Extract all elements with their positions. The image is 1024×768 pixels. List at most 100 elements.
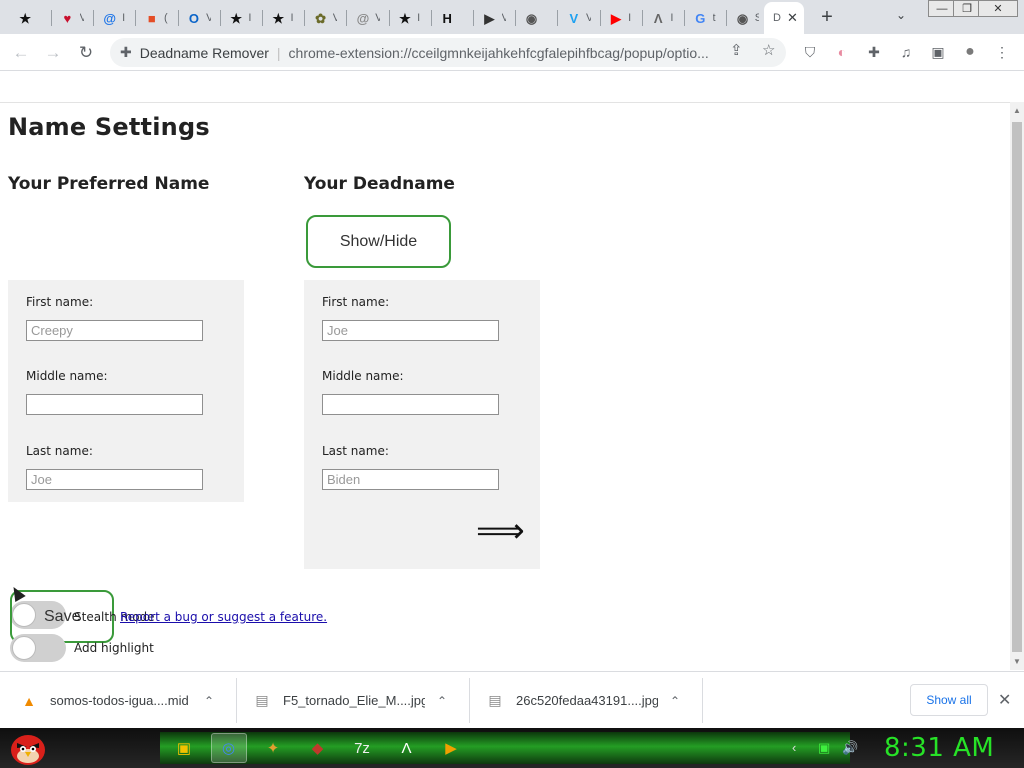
media-control-icon[interactable]: ♫ — [897, 43, 915, 61]
deadname-heading: Your Deadname — [304, 174, 455, 194]
browser-toolbar: ← → ↻ ✚ Deadname Remover | chrome-extens… — [0, 34, 1024, 71]
tab[interactable]: ▶ V — [474, 5, 506, 31]
download-item[interactable]: ▲ somos-todos-igua....mid ⌃ — [20, 678, 214, 723]
tab-title: V — [585, 12, 591, 24]
add-highlight-toggle[interactable] — [10, 634, 66, 662]
tab-favicon-icon: ★ — [230, 10, 242, 26]
image-file-icon: ▤ — [255, 692, 269, 708]
swap-arrow-icon[interactable]: ⟹ — [476, 514, 525, 548]
tab-title: S — [754, 12, 760, 24]
tab[interactable]: VV — [559, 5, 591, 31]
show-hide-button[interactable]: Show/Hide — [306, 215, 451, 268]
tab[interactable]: ★ I — [221, 5, 253, 31]
new-tab-button[interactable]: + — [816, 6, 838, 28]
bookmark-star-icon[interactable]: ☆ — [762, 41, 775, 59]
side-panel-icon[interactable]: ▣ — [929, 43, 947, 61]
tab[interactable]: ♥ V — [52, 5, 85, 31]
divider — [469, 678, 470, 723]
tab[interactable]: @ V — [348, 5, 380, 31]
scrollbar-thumb[interactable] — [1012, 122, 1022, 652]
address-bar[interactable]: ✚ Deadname Remover | chrome-extension://… — [110, 38, 786, 67]
tab[interactable]: OV — [179, 5, 211, 31]
menu-icon[interactable]: ⋮ — [993, 43, 1011, 61]
tab[interactable]: ★ I — [263, 5, 295, 31]
tab[interactable]: ■( — [137, 5, 169, 31]
tab-favicon-icon: V — [569, 10, 579, 26]
ublock-icon[interactable]: ⛉ — [801, 43, 819, 61]
tab-favicon-icon: H — [442, 10, 452, 26]
start-orb-icon[interactable] — [8, 730, 48, 766]
tab[interactable]: H — [432, 5, 464, 31]
close-window-button[interactable]: ✕ — [978, 0, 1018, 17]
tab-title: V — [332, 12, 338, 24]
preferred-middle-input[interactable] — [26, 394, 203, 415]
flag-extension-icon[interactable]: ◐ — [833, 43, 851, 61]
tab[interactable]: ΛI — [643, 5, 675, 31]
tab-close-icon[interactable]: ✕ — [787, 10, 798, 26]
tray-expand-icon[interactable]: ‹ — [792, 740, 796, 755]
restore-button[interactable]: ❐ — [953, 0, 981, 17]
scroll-down-icon[interactable]: ▼ — [1013, 657, 1021, 666]
tab-favicon-icon: ★ — [272, 10, 285, 26]
tab-title: I — [670, 12, 674, 24]
preferred-last-input[interactable]: Joe — [26, 469, 203, 490]
chrome-icon[interactable]: ◎ — [210, 733, 247, 763]
tab-search-icon[interactable]: ⌄ — [896, 8, 906, 22]
tab[interactable]: ★ I — [390, 5, 422, 31]
download-shelf: ▲ somos-todos-igua....mid ⌃ ▤ F5_tornado… — [0, 671, 1024, 728]
vertical-scrollbar[interactable]: ▲ ▼ — [1010, 102, 1024, 670]
tab-active-label: D — [773, 12, 781, 24]
scroll-up-icon[interactable]: ▲ — [1013, 106, 1021, 115]
tab-title: I — [122, 12, 126, 24]
tab-title: t — [712, 12, 716, 24]
download-item[interactable]: ▤ F5_tornado_Elie_M....jpg ⌃ — [253, 678, 447, 723]
close-shelf-icon[interactable]: ✕ — [998, 690, 1011, 710]
preferred-first-input[interactable]: Creepy — [26, 320, 203, 341]
volume-icon[interactable]: 🔊 — [842, 740, 858, 756]
tab[interactable]: Gt — [685, 5, 717, 31]
profile-avatar-icon[interactable]: ● — [961, 43, 979, 61]
clock[interactable]: 8:31 AM — [884, 733, 994, 763]
tab-favicon-icon: ■ — [147, 10, 156, 26]
minimize-button[interactable]: — — [928, 0, 956, 17]
url-text: chrome-extension://cceilgmnkeijahkehfcgf… — [288, 44, 709, 61]
puzzle-icon: ✚ — [120, 44, 132, 60]
tab-active[interactable]: D ✕ — [764, 2, 804, 34]
report-bug-link[interactable]: Report a bug or suggest a feature. — [120, 610, 327, 624]
tab-favicon-icon: ◉ — [736, 10, 749, 26]
chevron-up-icon[interactable]: ⌃ — [204, 694, 214, 708]
game-icon[interactable]: ◆ — [300, 733, 336, 763]
extensions-icon[interactable]: ✚ — [865, 43, 883, 61]
deadname-first-input[interactable]: Joe — [322, 320, 499, 341]
tab[interactable]: ✿ V — [305, 5, 337, 31]
omnibox-separator: | — [276, 44, 281, 61]
reload-button[interactable]: ↻ — [75, 42, 97, 64]
battery-icon[interactable]: ▣ — [818, 740, 830, 756]
preferred-name-panel: First name: Creepy Middle name: Last nam… — [8, 280, 244, 502]
preferred-name-heading: Your Preferred Name — [8, 174, 210, 194]
file-explorer-icon[interactable]: ▣ — [166, 733, 202, 763]
preferred-middle-label: Middle name: — [26, 369, 108, 383]
paint-icon[interactable]: ✦ — [255, 733, 291, 763]
inkscape-icon[interactable]: Λ — [389, 733, 425, 763]
share-icon[interactable]: ⇪ — [730, 41, 743, 59]
tab[interactable]: ▶ I — [601, 5, 633, 31]
7zip-icon[interactable]: 7z — [344, 733, 380, 763]
chevron-up-icon[interactable]: ⌃ — [437, 694, 447, 708]
deadname-middle-input[interactable] — [322, 394, 499, 415]
tab[interactable]: @ I — [94, 5, 126, 31]
chevron-up-icon[interactable]: ⌃ — [670, 694, 680, 708]
back-button[interactable]: ← — [10, 42, 32, 64]
download-item[interactable]: ▤ 26c520fedaa43191....jpg ⌃ — [486, 678, 680, 723]
tab[interactable]: ◉ S — [727, 5, 760, 31]
highlight-toggle-knob — [12, 636, 36, 660]
divider — [236, 678, 237, 723]
show-all-button[interactable]: Show all — [910, 684, 988, 716]
forward-button[interactable]: → — [42, 42, 64, 64]
media-player-icon[interactable]: ▶ — [433, 733, 469, 763]
tab-favicon-icon: ★ — [399, 10, 411, 26]
deadname-last-input[interactable]: Biden — [322, 469, 499, 490]
image-file-icon: ▤ — [488, 692, 502, 708]
tab[interactable]: ◉ — [516, 5, 548, 31]
tab[interactable]: ★ — [10, 5, 42, 31]
